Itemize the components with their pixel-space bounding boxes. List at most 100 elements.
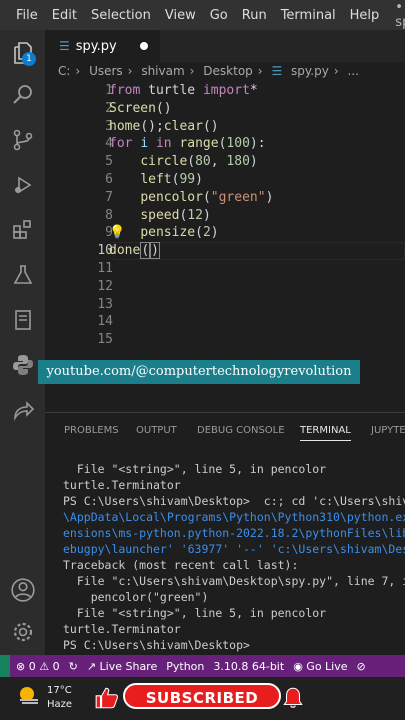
terminal-line: turtle.Terminator [63,622,181,636]
testing-icon[interactable] [8,260,38,290]
accounts-icon[interactable] [8,575,38,605]
line-number: 5 [105,154,113,170]
window-title: • sp [395,0,405,30]
subscribe-button[interactable]: SUBSCRIBED [123,683,281,709]
live-share-status-icon: ↗ [86,659,97,673]
tab-debug-console[interactable]: DEBUG CONSOLE [197,425,285,436]
code-line: 6 left(99) [45,171,405,189]
weather-haze-icon [20,687,38,704]
breadcrumb-file[interactable]: spy.py [291,64,329,78]
activity-bar: 1 [0,30,45,655]
unsaved-dot-icon[interactable] [140,42,148,50]
tab-problems[interactable]: PROBLEMS [64,425,119,436]
breadcrumb-separator: › [189,64,195,78]
go-live-button[interactable]: ◉ Go Live [293,660,347,673]
breadcrumb-separator: › [333,64,339,78]
breadcrumb-separator: › [257,64,263,78]
code-line: 8 speed(12) [45,207,405,225]
source-control-icon[interactable] [8,125,38,155]
breadcrumb-drive[interactable]: C: [58,64,70,78]
weather-condition: Haze [47,699,73,710]
title-bar: File Edit Selection View Go Run Terminal… [0,0,405,30]
warning-icon: ⚠ [39,659,50,673]
terminal-prompt[interactable]: PS C:\Users\shivam\Desktop> [63,637,257,653]
menu-terminal[interactable]: Terminal [281,8,336,23]
temperature: 17°C [47,685,72,696]
weather-widget[interactable]: 17°C Haze [47,684,72,712]
line-number: 9 [105,225,113,241]
menu-view[interactable]: View [165,8,196,23]
code-line: 14 [45,313,405,331]
sync-icon[interactable]: ↻ [69,660,78,673]
menu-run[interactable]: Run [242,8,267,23]
breadcrumb: C: › Users › shivam › Desktop › ☰ spy.py › ..… [58,64,364,80]
breadcrumb-users[interactable]: Users [89,64,123,78]
code-line: 9 💡 pensize(2) [45,224,405,242]
terminal-line: ensions\ms-python.python-2022.18.2\pytho… [63,526,405,540]
line-number: 12 [97,278,113,294]
menu-edit[interactable]: Edit [52,8,77,23]
menu-selection[interactable]: Selection [91,8,151,23]
tab-filename: spy.py [75,38,117,54]
line-number: 7 [105,189,113,205]
tab-spy-py[interactable]: ☰ spy.py [45,30,160,62]
code-line: 4 for i in range(100): [45,135,405,153]
tab-jupyter[interactable]: JUPYTE [371,425,405,436]
editor-tabs: ☰ spy.py [45,30,405,62]
explorer-badge: 1 [22,52,36,66]
breadcrumb-more[interactable]: ... [347,64,358,78]
terminal-line: turtle.Terminator [63,478,181,492]
tab-output[interactable]: OUTPUT [136,425,177,436]
code-editor[interactable]: 1 from turtle import* 2 Screen() 3 home();c… [45,82,405,362]
live-share-icon[interactable] [8,395,38,425]
bottom-panel: PROBLEMS OUTPUT DEBUG CONSOLE TERMINAL J… [45,412,405,656]
interpreter-selector[interactable]: 3.10.8 64-bit [213,660,284,673]
terminal-line: ebugpy\launcher' '63977' '--' 'c:\Users\… [63,542,405,556]
line-number: 11 [97,261,113,276]
broadcast-icon: ◉ [293,659,303,673]
search-icon[interactable] [8,80,38,110]
remote-explorer-icon[interactable] [8,305,38,335]
code-line: 5 circle(80, 180) [45,153,405,171]
terminal-line: PS C:\Users\shivam\Desktop> c:; cd 'c:\U… [63,494,405,508]
terminal-line: Traceback (most recent call last): [63,558,299,572]
line-number: 3 [105,118,113,134]
breadcrumb-shivam[interactable]: shivam [141,64,184,78]
run-debug-icon[interactable] [8,170,38,200]
panel-tabs: PROBLEMS OUTPUT DEBUG CONSOLE TERMINAL J… [45,413,405,447]
breadcrumb-python-icon: ☰ [271,64,283,78]
menu-file[interactable]: File [16,8,38,23]
code-line: 3 home();clear() [45,118,405,136]
code-line: 7 pencolor("green") [45,189,405,207]
python-file-icon: ☰ [59,39,70,53]
channel-banner: youtube.com/@computertechnologyrevolutio… [38,360,360,384]
python-icon[interactable] [8,350,38,380]
terminal-line: pencolor("green") [63,590,209,604]
terminal-line: \AppData\Local\Programs\Python\Python310… [63,510,405,524]
menu-help[interactable]: Help [350,8,380,23]
error-icon: ⊗ [16,659,26,673]
code-line: 11 [45,260,405,278]
tab-terminal[interactable]: TERMINAL [300,425,351,441]
menu-go[interactable]: Go [210,8,228,23]
breadcrumb-desktop[interactable]: Desktop [203,64,253,78]
notification-icon[interactable]: ⊘ [357,660,366,673]
extensions-icon[interactable] [8,215,38,245]
code-line-current: 10 done() [45,242,405,260]
code-line: 13 [45,296,405,314]
breadcrumb-separator: › [75,64,81,78]
problems-indicator[interactable]: ⊗ 0 ⚠ 0 [16,660,60,673]
terminal[interactable]: File "<string>", line 5, in pencolor tur… [45,449,405,654]
live-share-button[interactable]: ↗ Live Share [87,660,157,673]
settings-gear-icon[interactable] [8,617,38,647]
line-number: 4 [105,136,113,152]
line-number: 14 [97,314,113,330]
terminal-line: File "<string>", line 5, in pencolor [63,462,327,476]
status-bar: ⊗ 0 ⚠ 0 ↻ ↗ Live Share Python 3.10.8 64-… [0,655,405,677]
line-number: 10 [97,243,113,259]
remote-indicator[interactable] [0,655,10,677]
language-mode[interactable]: Python [166,660,204,673]
line-number: 15 [97,332,113,348]
line-number: 8 [105,207,113,223]
code-line: 15 [45,331,405,349]
